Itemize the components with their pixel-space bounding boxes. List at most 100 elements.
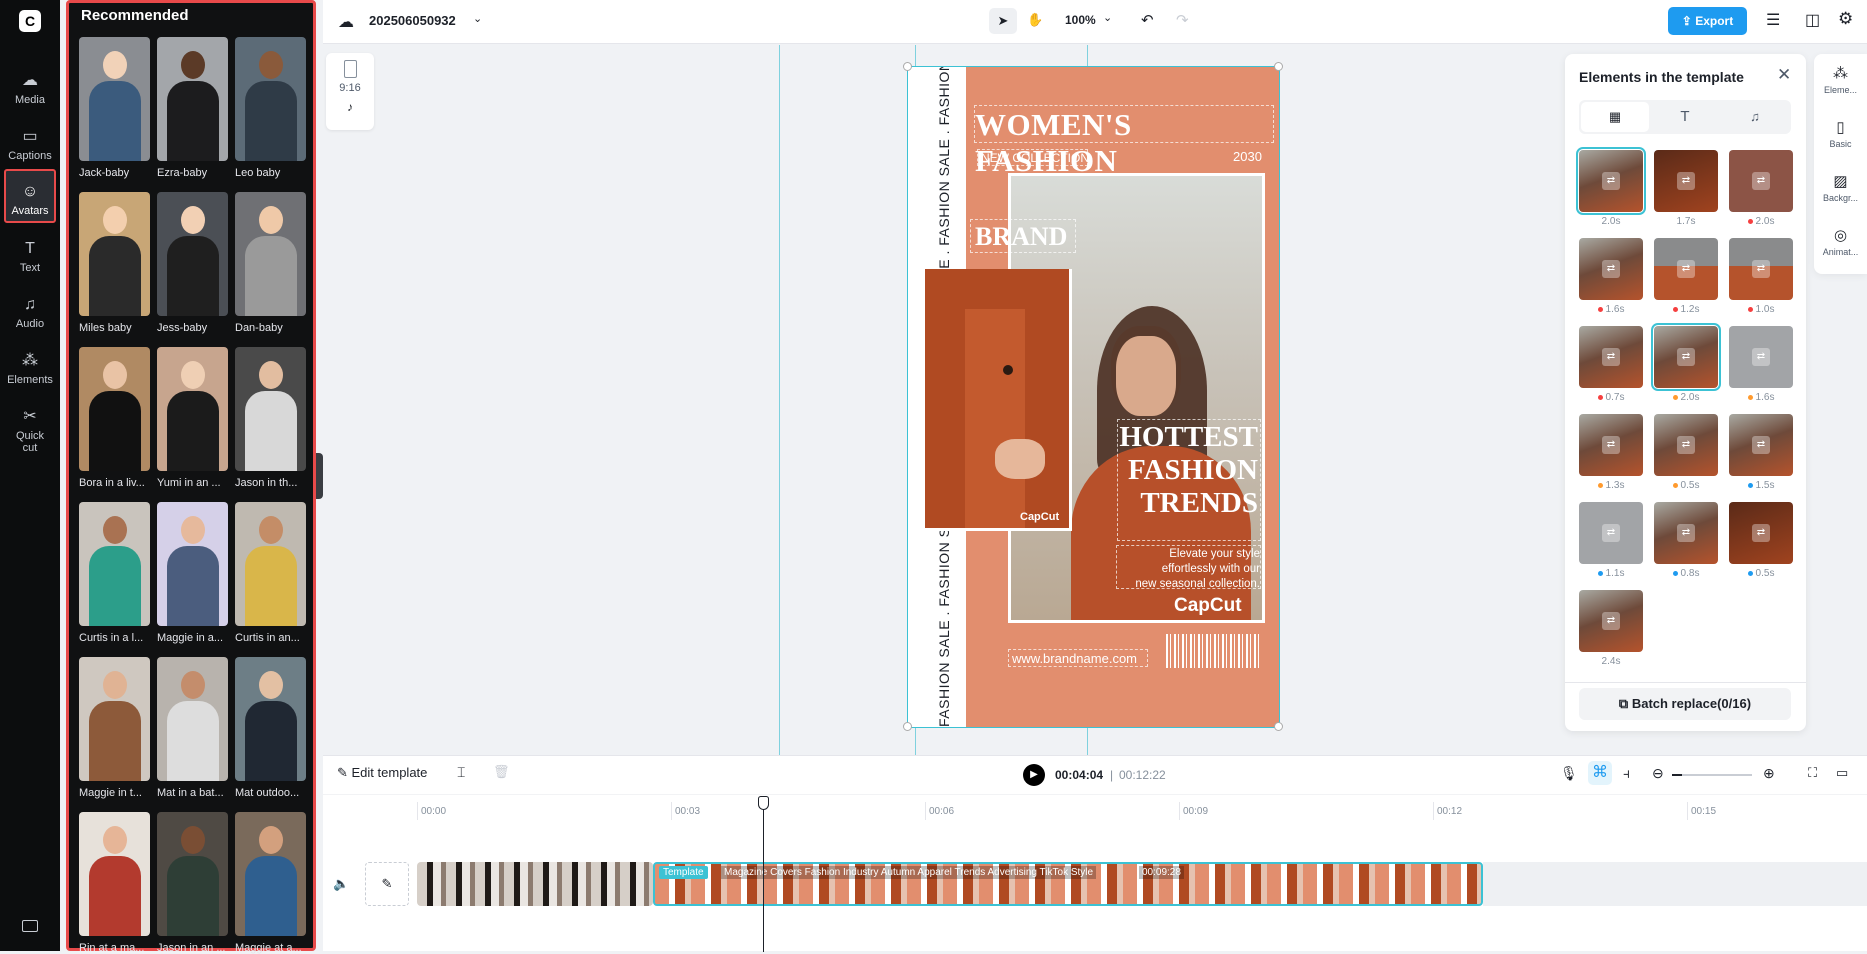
avatar-card[interactable]: Mat in a bat... xyxy=(157,657,228,799)
rail-basic[interactable]: ▯ Basic xyxy=(1814,118,1867,149)
avatar-card[interactable]: Jack-baby xyxy=(79,37,150,179)
feedback-icon[interactable]: ▭ xyxy=(1836,765,1848,781)
avatar-card[interactable]: Dan-baby xyxy=(235,192,306,334)
poster-canvas[interactable]: FASHION SALE . FASHION SALE . FASHION SA… xyxy=(903,62,1283,731)
split-view-icon[interactable]: ⫞ xyxy=(1623,765,1630,782)
avatar-label: Maggie in a... xyxy=(157,632,224,644)
microphone-icon[interactable]: 🎙 xyxy=(1560,765,1578,782)
avatar-card[interactable]: Jess-baby xyxy=(157,192,228,334)
avatar-card[interactable]: Bora in a liv... xyxy=(79,347,150,489)
rail-elements[interactable]: ⁂ Eleme... xyxy=(1814,64,1867,95)
avatar-card[interactable]: Rin at a ma... xyxy=(79,812,150,954)
element-thumb[interactable]: ⇄ xyxy=(1729,238,1793,300)
avatar-card[interactable]: Miles baby xyxy=(79,192,150,334)
close-icon[interactable]: ✕ xyxy=(1777,65,1791,85)
avatar-card[interactable]: Maggie at a... xyxy=(235,812,306,954)
music-icon: ♫ xyxy=(1750,109,1760,124)
nav-text[interactable]: T Text xyxy=(0,238,60,274)
tab-media[interactable]: ▦ xyxy=(1581,102,1649,132)
layers-icon[interactable]: ☰ xyxy=(1766,10,1780,30)
split-icon[interactable]: ⌶ xyxy=(457,764,465,781)
element-thumb[interactable]: ⇄ xyxy=(1654,150,1718,212)
zoom-level[interactable]: 100% xyxy=(1065,13,1096,27)
track-color-dot xyxy=(1672,306,1678,312)
nav-avatars[interactable]: ☺ Avatars xyxy=(4,169,56,223)
element-thumb[interactable]: ⇄ xyxy=(1654,414,1718,476)
element-thumb[interactable]: ⇄ xyxy=(1654,502,1718,564)
fullscreen-icon[interactable]: ⛶ xyxy=(1808,765,1817,781)
avatar-card[interactable]: Curtis in an... xyxy=(235,502,306,644)
nav-media[interactable]: ☁ Media xyxy=(0,70,60,106)
inset-photo[interactable]: CapCut xyxy=(925,269,1072,531)
settings-icon[interactable]: ⚙ xyxy=(1838,9,1853,29)
avatar-card[interactable]: Jason in th... xyxy=(235,347,306,489)
avatar-card[interactable]: Ezra-baby xyxy=(157,37,228,179)
nav-captions[interactable]: ▭ Captions xyxy=(0,126,60,162)
rail-animation[interactable]: ◎ Animat... xyxy=(1814,226,1867,257)
zoom-out-icon[interactable]: ⊖ xyxy=(1652,765,1664,782)
video-clip[interactable] xyxy=(417,862,653,906)
resize-handle[interactable] xyxy=(1274,722,1283,731)
element-thumb[interactable]: ⇄ xyxy=(1579,326,1643,388)
tab-audio[interactable]: ♫ xyxy=(1721,102,1789,132)
element-thumb[interactable]: ⇄ xyxy=(1576,147,1646,215)
element-thumb[interactable]: ⇄ xyxy=(1654,238,1718,300)
template-clip[interactable]: Template Magazine Covers Fashion Industr… xyxy=(653,862,1483,906)
element-thumb[interactable]: ⇄ xyxy=(1579,590,1643,652)
playhead[interactable] xyxy=(763,798,764,952)
avatar-card[interactable]: Leo baby xyxy=(235,37,306,179)
undo-icon[interactable]: ↶ xyxy=(1141,11,1154,29)
resize-handle[interactable] xyxy=(903,722,912,731)
volume-icon[interactable]: 🔈 xyxy=(333,876,349,892)
tab-text[interactable]: T xyxy=(1651,102,1719,132)
cloud-save-icon[interactable]: ☁ xyxy=(338,12,354,32)
chevron-down-icon[interactable]: ⌄ xyxy=(473,12,482,25)
avatar-card[interactable]: Yumi in an ... xyxy=(157,347,228,489)
element-thumb[interactable]: ⇄ xyxy=(1729,150,1793,212)
nav-audio[interactable]: ♫ Audio xyxy=(0,294,60,330)
avatar-card[interactable]: Maggie in a... xyxy=(157,502,228,644)
element-thumb[interactable]: ⇄ xyxy=(1729,502,1793,564)
cover-edit-button[interactable]: ✎ xyxy=(365,862,409,906)
element-thumb[interactable]: ⇄ xyxy=(1651,323,1721,391)
aspect-ratio-selector[interactable]: 9:16 ♪ xyxy=(326,53,374,130)
avatar-thumbnail xyxy=(79,37,150,161)
avatar-card[interactable]: Mat outdoo... xyxy=(235,657,306,799)
select-tool-icon[interactable]: ➤ xyxy=(989,8,1017,34)
play-button[interactable]: ▶ xyxy=(1023,764,1045,786)
hand-tool-icon[interactable]: ✋ xyxy=(1027,12,1043,28)
project-name[interactable]: 202506050932 xyxy=(369,13,456,28)
layout-icon[interactable]: ◫ xyxy=(1805,10,1820,30)
nav-elements[interactable]: ⁂ Elements xyxy=(0,350,60,386)
export-button[interactable]: ⇪ Export xyxy=(1668,7,1747,35)
avatar-card[interactable]: Maggie in t... xyxy=(79,657,150,799)
template-badge: Template xyxy=(659,866,708,879)
zoom-slider[interactable] xyxy=(1672,774,1752,776)
element-thumb[interactable]: ⇄ xyxy=(1579,238,1643,300)
avatar-card[interactable]: Curtis in a l... xyxy=(79,502,150,644)
panel-collapse-handle[interactable] xyxy=(316,453,323,499)
zoom-chevron-icon[interactable]: ⌄ xyxy=(1103,11,1112,24)
element-thumb[interactable]: ⇄ xyxy=(1729,326,1793,388)
resize-handle[interactable] xyxy=(903,62,912,71)
batch-replace-button[interactable]: ⧉ Batch replace(0/16) xyxy=(1579,688,1791,720)
rail-background[interactable]: ▨ Backgr... xyxy=(1814,172,1867,203)
playhead-handle[interactable] xyxy=(758,796,769,810)
edit-template-button[interactable]: ✎ Edit template xyxy=(337,765,427,781)
element-thumb[interactable]: ⇄ xyxy=(1729,414,1793,476)
magnet-icon[interactable]: ⌘ xyxy=(1588,761,1612,785)
avatar-label: Jason in th... xyxy=(235,477,298,489)
redo-icon[interactable]: ↷ xyxy=(1176,11,1189,29)
element-thumb[interactable]: ⇄ xyxy=(1579,414,1643,476)
zoom-in-icon[interactable]: ⊕ xyxy=(1763,765,1775,782)
nav-quick-cut[interactable]: ✂ Quick cut xyxy=(0,406,60,454)
avatar-thumbnail xyxy=(235,192,306,316)
element-thumb[interactable]: ⇄ xyxy=(1579,502,1643,564)
poster-watermark: CapCut xyxy=(1174,595,1242,616)
resize-handle[interactable] xyxy=(1274,62,1283,71)
keyboard-icon[interactable] xyxy=(22,920,38,932)
delete-icon[interactable]: 🗑 xyxy=(493,764,510,780)
app-logo[interactable]: C xyxy=(19,10,41,32)
avatar-card[interactable]: Jason in an ... xyxy=(157,812,228,954)
avatar-thumbnail xyxy=(79,502,150,626)
